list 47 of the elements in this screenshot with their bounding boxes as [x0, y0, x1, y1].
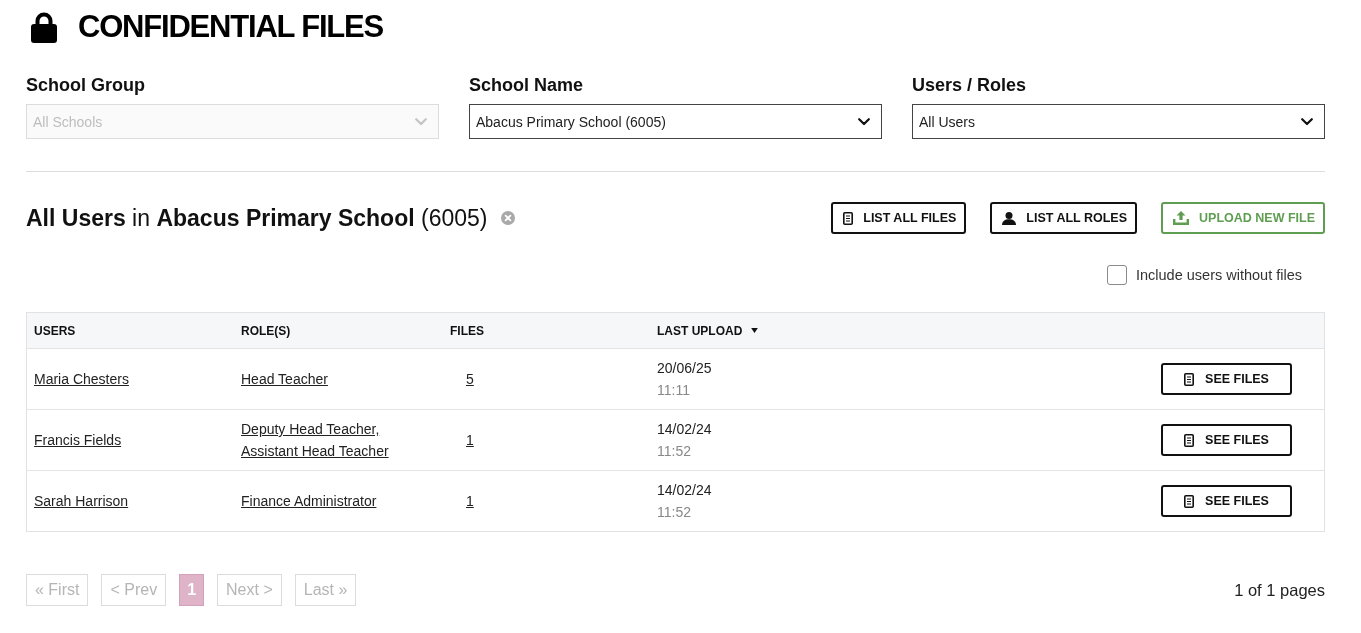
- upload-time: 11:11: [657, 381, 690, 400]
- see-files-button[interactable]: SEE FILES: [1161, 363, 1292, 395]
- user-link[interactable]: Maria Chesters: [34, 371, 129, 387]
- chevron-down-icon: [858, 117, 870, 126]
- action-button[interactable]: LIST ALL ROLES: [990, 202, 1138, 234]
- user-link[interactable]: Sarah Harrison: [34, 493, 129, 509]
- chevron-down-icon: [415, 117, 427, 126]
- file-count-link[interactable]: 5: [466, 371, 474, 387]
- upload-icon: [1173, 211, 1190, 225]
- role-link[interactable]: Assistant Head Teacher: [241, 443, 389, 459]
- column-header[interactable]: ROLE(S): [241, 323, 291, 338]
- column-header[interactable]: LAST UPLOAD: [657, 323, 743, 338]
- page-title: CONFIDENTIAL FILES: [78, 8, 384, 46]
- upload-date: 20/06/25: [657, 359, 712, 378]
- document-icon: [1184, 433, 1195, 447]
- role-link[interactable]: Finance Administrator: [241, 493, 377, 509]
- upload-time: 11:52: [657, 503, 691, 522]
- action-button[interactable]: LIST ALL FILES: [831, 202, 967, 234]
- column-header[interactable]: FILES: [450, 323, 484, 338]
- see-files-button[interactable]: SEE FILES: [1161, 485, 1292, 517]
- document-icon: [1184, 372, 1195, 386]
- document-icon: [843, 211, 854, 225]
- dropdown-select[interactable]: Abacus Primary School (6005): [469, 104, 882, 139]
- upload-date: 14/02/24: [657, 481, 712, 500]
- role-link[interactable]: Head Teacher: [241, 371, 328, 387]
- person-icon: [1002, 211, 1017, 225]
- see-files-button[interactable]: SEE FILES: [1161, 424, 1292, 456]
- upload-time: 11:52: [657, 442, 691, 461]
- upload-date: 14/02/24: [657, 420, 712, 439]
- role-link[interactable]: Deputy Head Teacher,: [241, 421, 380, 437]
- sort-down-icon[interactable]: [751, 328, 759, 333]
- field-label: Users / Roles: [912, 74, 1027, 96]
- lock-icon: [31, 11, 57, 43]
- checkbox-label: Include users without files: [1135, 267, 1302, 283]
- clear-icon[interactable]: [501, 211, 516, 225]
- field-label: School Group: [26, 74, 145, 96]
- user-link[interactable]: Francis Fields: [34, 432, 122, 448]
- results-heading: All Users in Abacus Primary School (6005): [26, 204, 488, 233]
- checkbox[interactable]: [1106, 265, 1127, 285]
- dropdown-select[interactable]: All Users: [912, 104, 1325, 139]
- column-header[interactable]: USERS: [34, 323, 76, 338]
- page-count: 1 of 1 pages: [1234, 580, 1325, 600]
- file-count-link[interactable]: 1: [466, 493, 474, 509]
- chevron-down-icon: [1301, 117, 1313, 126]
- document-icon: [1184, 494, 1195, 508]
- file-count-link[interactable]: 1: [466, 432, 474, 448]
- field-label: School Name: [469, 74, 584, 96]
